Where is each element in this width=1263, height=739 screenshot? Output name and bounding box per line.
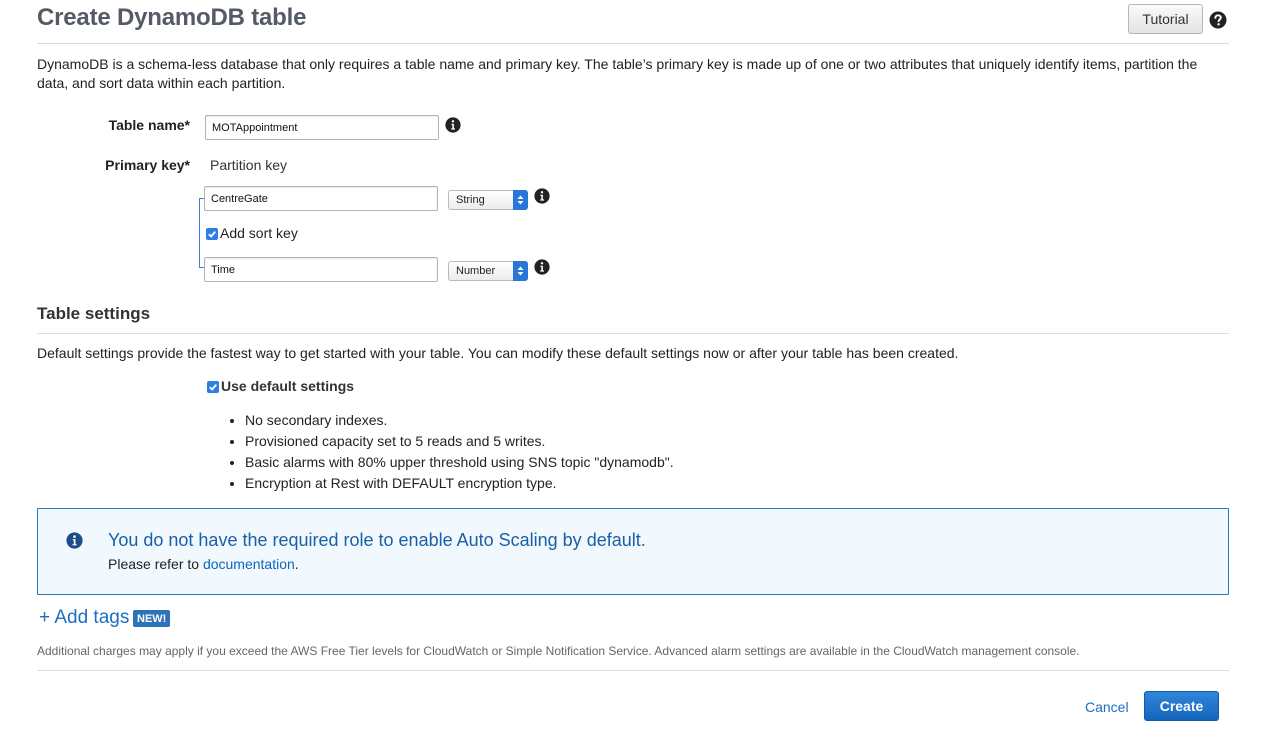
- header-divider: [37, 43, 1229, 44]
- checkmark-icon: [208, 231, 216, 238]
- use-default-settings-checkbox[interactable]: [207, 381, 219, 393]
- partition-key-info-icon[interactable]: [534, 188, 550, 204]
- partition-key-label: Partition key: [210, 157, 288, 173]
- table-name-input[interactable]: [205, 115, 439, 140]
- sort-key-type-select[interactable]: Number: [448, 261, 528, 281]
- cancel-button[interactable]: Cancel: [1085, 699, 1129, 715]
- select-arrows-icon: [513, 261, 528, 281]
- select-arrows-icon: [513, 190, 528, 210]
- list-item: Provisioned capacity set to 5 reads and …: [245, 431, 674, 452]
- sort-key-info-icon[interactable]: [534, 259, 550, 275]
- add-sort-key-checkbox[interactable]: [206, 228, 218, 240]
- create-button[interactable]: Create: [1144, 691, 1219, 721]
- alert-text-prefix: Please refer to: [108, 556, 200, 572]
- auto-scaling-alert: You do not have the required role to ena…: [37, 508, 1229, 595]
- list-item: Encryption at Rest with DEFAULT encrypti…: [245, 473, 674, 494]
- intro-description: DynamoDB is a schema-less database that …: [37, 56, 1198, 91]
- tutorial-button[interactable]: Tutorial: [1128, 4, 1203, 34]
- new-badge: NEW!: [133, 610, 171, 627]
- primary-key-label: Primary key*: [105, 157, 190, 173]
- table-settings-title: Table settings: [37, 304, 151, 323]
- help-icon[interactable]: [1209, 11, 1227, 29]
- charges-note: Additional charges may apply if you exce…: [37, 644, 1080, 658]
- alert-message: Please refer to documentation.: [108, 556, 299, 572]
- sort-key-input[interactable]: [204, 257, 438, 282]
- page-title: Create DynamoDB table: [37, 4, 307, 31]
- add-sort-key-label[interactable]: Add sort key: [220, 225, 298, 241]
- table-name-info-icon[interactable]: [445, 117, 461, 133]
- table-settings-divider: [37, 333, 1229, 334]
- info-icon: [66, 532, 83, 549]
- sort-key-type-value: Number: [456, 265, 496, 277]
- alert-text-suffix: .: [294, 556, 299, 572]
- partition-key-input[interactable]: [204, 186, 438, 211]
- documentation-link[interactable]: documentation: [203, 556, 295, 572]
- list-item: Basic alarms with 80% upper threshold us…: [245, 452, 674, 473]
- checkmark-icon: [209, 384, 217, 391]
- alert-title: You do not have the required role to ena…: [108, 530, 646, 550]
- footer-divider: [37, 670, 1229, 671]
- table-name-label: Table name*: [108, 117, 190, 133]
- use-default-settings-label[interactable]: Use default settings: [221, 378, 354, 394]
- list-item: No secondary indexes.: [245, 410, 674, 431]
- table-settings-description: Default settings provide the fastest way…: [37, 345, 959, 361]
- default-settings-list: No secondary indexes. Provisioned capaci…: [226, 410, 674, 494]
- partition-key-type-value: String: [456, 194, 485, 206]
- key-bracket-line: [199, 198, 200, 268]
- partition-key-type-select[interactable]: String: [448, 190, 528, 210]
- add-tags-link[interactable]: + Add tags: [39, 607, 129, 629]
